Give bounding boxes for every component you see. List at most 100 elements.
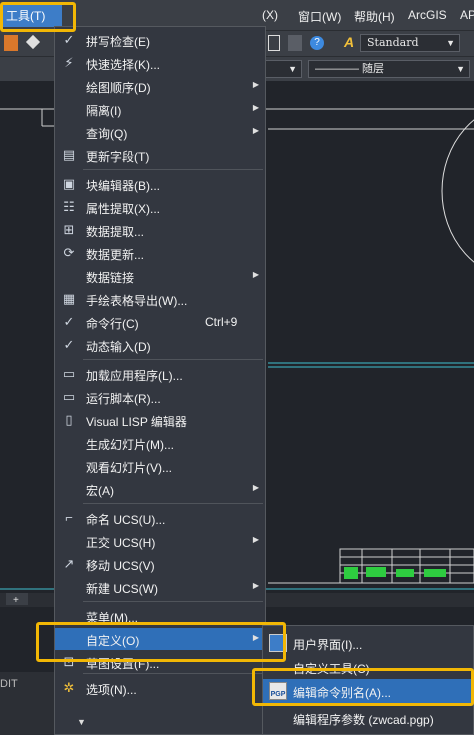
highlight-box-tools xyxy=(0,2,76,32)
menu-item-11[interactable]: ▦ 手绘表格导出(W)... xyxy=(55,288,265,310)
menu-item-17[interactable]: 生成幻灯片(M)... xyxy=(55,432,265,454)
submenu-arrow-icon: ▶ xyxy=(252,103,259,112)
menu-item-8[interactable]: ⊞ 数据提取... xyxy=(55,219,265,241)
menu-item-label: 更新字段(T) xyxy=(86,150,150,164)
menu-item-18[interactable]: 观看幻灯片(V)... xyxy=(55,455,265,477)
chevron-down-icon: ▼ xyxy=(446,38,455,48)
menu-separator xyxy=(83,601,263,602)
scroll-down-icon[interactable]: ▼ xyxy=(77,717,86,727)
text-style-combo[interactable]: Standard ▼ xyxy=(360,34,460,52)
check-icon: ✓ xyxy=(63,314,75,329)
page-icon[interactable] xyxy=(268,35,280,51)
menu-item-12[interactable]: ✓ 命令行(C) Ctrl+9 xyxy=(55,311,265,333)
table-export-icon: ▦ xyxy=(62,291,76,306)
quick-select-icon: ⚡ xyxy=(64,55,74,70)
chevron-down-icon: ▼ xyxy=(456,64,465,74)
menu-item-14[interactable]: ▭ 加载应用程序(L)... xyxy=(55,363,265,385)
text-style-icon: A xyxy=(344,34,355,50)
menu-item-6[interactable]: ▣ 块编辑器(B)... xyxy=(55,173,265,195)
menu-item-23[interactable]: 新建 UCS(W) ▶ xyxy=(55,576,265,598)
menu-item-label: 快速选择(K)... xyxy=(86,58,160,72)
menu-item-label: 加载应用程序(L)... xyxy=(86,369,183,383)
submenu-arrow-icon: ▶ xyxy=(252,270,259,279)
menu-separator xyxy=(83,673,263,674)
submenu-arrow-icon: ▶ xyxy=(252,80,259,89)
spell-check-icon: ✓ xyxy=(63,32,75,47)
menu-item-label: 宏(A) xyxy=(86,484,114,498)
sheet-icon[interactable] xyxy=(288,35,302,51)
svg-text:+: + xyxy=(13,595,19,606)
layer-combo[interactable]: ———— 随层 ▼ xyxy=(308,60,470,78)
options-gear-icon: ✲ xyxy=(63,680,75,695)
menu-item-label: 隔离(I) xyxy=(86,104,122,118)
menu-item-10[interactable]: 数据链接 ▶ xyxy=(55,265,265,287)
menu-item-label: 数据链接 xyxy=(86,271,135,285)
menu-item-15[interactable]: ▭ 运行脚本(R)... xyxy=(55,386,265,408)
menu-help[interactable]: 帮助(H) xyxy=(354,8,395,25)
paste-icon[interactable] xyxy=(4,35,18,51)
menu-item-1[interactable]: ⚡ 快速选择(K)... xyxy=(55,52,265,74)
highlight-box-customize xyxy=(36,622,286,662)
menu-item-0[interactable]: ✓ 拼写检查(E) xyxy=(55,29,265,51)
run-script-icon: ▭ xyxy=(62,389,76,404)
menu-separator xyxy=(83,169,263,170)
load-app-icon: ▭ xyxy=(62,366,76,381)
submenu-arrow-icon: ▶ xyxy=(252,483,259,492)
menu-item-19[interactable]: 宏(A) ▶ xyxy=(55,478,265,500)
update-field-icon: ▤ xyxy=(62,147,76,162)
menu-item-label: 查询(Q) xyxy=(86,127,128,141)
help-icon[interactable]: ? xyxy=(310,36,324,50)
menu-item-7[interactable]: ☷ 属性提取(X)... xyxy=(55,196,265,218)
highlight-box-edit-alias xyxy=(252,668,474,706)
menu-item-21[interactable]: 正交 UCS(H) ▶ xyxy=(55,530,265,552)
menu-item-9[interactable]: ⟳ 数据更新... xyxy=(55,242,265,264)
block-editor-icon: ▣ xyxy=(62,176,76,191)
menu-item-label: 属性提取(X)... xyxy=(86,202,160,216)
layer-value: ———— 随层 xyxy=(315,63,385,75)
menu-item-label: 手绘表格导出(W)... xyxy=(86,294,188,308)
attribute-extract-icon: ☷ xyxy=(63,199,75,214)
menu-arcgis[interactable]: ArcGIS xyxy=(408,8,447,22)
data-update-icon: ⟳ xyxy=(63,245,75,260)
menu-item-20[interactable]: ⌐ 命名 UCS(U)... xyxy=(55,507,265,529)
menu-item-22[interactable]: ↗ 移动 UCS(V) xyxy=(55,553,265,575)
chevron-down-icon: ▼ xyxy=(288,64,297,74)
color-combo[interactable]: ▼ xyxy=(264,60,302,78)
move-ucs-icon: ↗ xyxy=(63,556,75,571)
menu-item-label: 数据提取... xyxy=(86,225,145,239)
menu-item-label: 动态输入(D) xyxy=(86,340,151,354)
submenu-item-0[interactable]: 用户界面(I)... xyxy=(263,631,473,655)
menu-item-label: Visual LISP 编辑器 xyxy=(86,415,187,429)
check-icon: ✓ xyxy=(63,337,75,352)
menu-ap[interactable]: AP xyxy=(460,8,474,22)
menu-item-label: 正交 UCS(H) xyxy=(86,536,156,550)
shortcut-label: Ctrl+9 xyxy=(205,315,238,329)
menu-separator xyxy=(83,503,263,504)
menu-item-label: 绘图顺序(D) xyxy=(86,81,151,95)
menu-item-27[interactable]: ✲ 选项(N)... xyxy=(55,677,265,699)
lisp-icon: ▯ xyxy=(65,412,73,427)
menu-window[interactable]: 窗口(W) xyxy=(298,8,341,25)
menu-item-2[interactable]: 绘图顺序(D) ▶ xyxy=(55,75,265,97)
menu-item-16[interactable]: ▯ Visual LISP 编辑器 xyxy=(55,409,265,431)
menu-item-3[interactable]: 隔离(I) ▶ xyxy=(55,98,265,120)
text-style-value: Standard xyxy=(367,36,419,49)
menu-item-label: 移动 UCS(V) xyxy=(86,559,155,573)
menu-item-label: 运行脚本(R)... xyxy=(86,392,161,406)
submenu-item-label: 编辑程序参数 (zwcad.pgp) xyxy=(293,713,434,727)
menu-item-label: 选项(N)... xyxy=(86,683,137,697)
menu-item-label: 命令行(C) xyxy=(86,317,139,331)
menu-item-label: 块编辑器(B)... xyxy=(86,179,160,193)
menu-separator xyxy=(83,359,263,360)
submenu-arrow-icon: ▶ xyxy=(252,535,259,544)
submenu-item-label: 用户界面(I)... xyxy=(293,638,363,652)
data-extract-icon: ⊞ xyxy=(63,222,75,237)
diamond-icon[interactable] xyxy=(25,34,41,50)
submenu-arrow-icon: ▶ xyxy=(252,126,259,135)
submenu-item-3[interactable]: 编辑程序参数 (zwcad.pgp) xyxy=(263,706,473,730)
menu-item-5[interactable]: ▤ 更新字段(T) xyxy=(55,144,265,166)
menu-item-x[interactable]: (X) xyxy=(262,8,278,22)
menu-item-13[interactable]: ✓ 动态输入(D) xyxy=(55,334,265,356)
submenu-arrow-icon: ▶ xyxy=(252,581,259,590)
menu-item-4[interactable]: 查询(Q) ▶ xyxy=(55,121,265,143)
